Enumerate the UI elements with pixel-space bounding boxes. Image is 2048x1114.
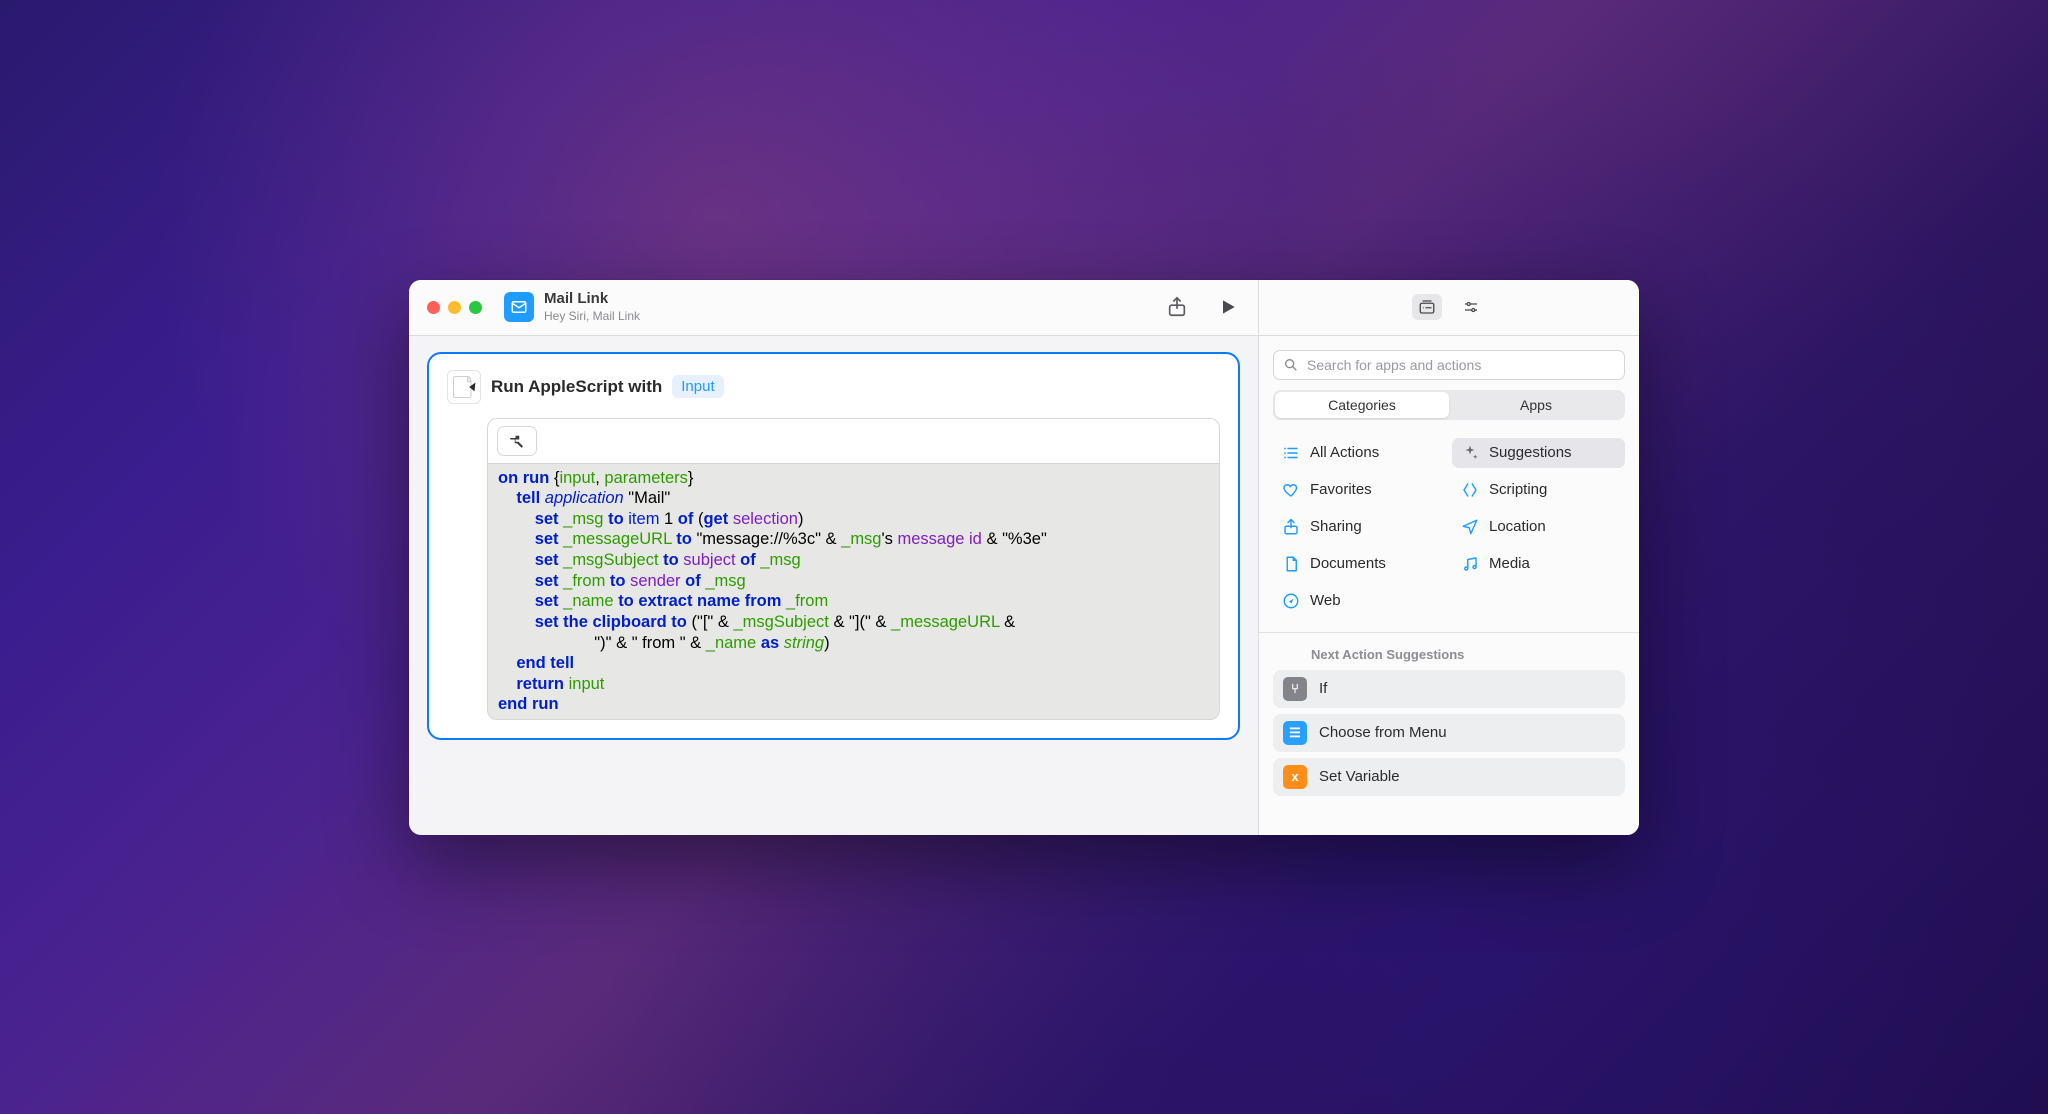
category-grid: All Actions Suggestions Favorites Scripting… — [1259, 430, 1639, 628]
suggestion-label: Set Variable — [1319, 768, 1400, 785]
segment-categories[interactable]: Categories — [1275, 392, 1449, 418]
category-documents[interactable]: Documents — [1273, 549, 1446, 579]
window-title: Mail Link — [544, 291, 640, 308]
category-web[interactable]: Web — [1273, 586, 1446, 616]
category-label: All Actions — [1310, 444, 1379, 461]
category-label: Scripting — [1489, 481, 1547, 498]
action-title: Run AppleScript with — [491, 377, 662, 397]
category-label: Favorites — [1310, 481, 1372, 498]
share-icon — [1282, 518, 1300, 536]
script-toolbar — [487, 418, 1220, 463]
location-icon — [1461, 518, 1479, 536]
script-icon — [1461, 481, 1479, 499]
search-field[interactable] — [1273, 350, 1625, 380]
segment-apps[interactable]: Apps — [1449, 392, 1623, 418]
suggestion-label: If — [1319, 680, 1327, 697]
compass-icon — [1282, 592, 1300, 610]
heart-icon — [1282, 481, 1300, 499]
category-fav[interactable]: Favorites — [1273, 475, 1446, 505]
category-label: Sharing — [1310, 518, 1362, 535]
suggestion-badge-icon: ☰ — [1283, 721, 1307, 745]
suggestions-list: ⑂ If ☰ Choose from Menu x Set Variable — [1259, 670, 1639, 810]
zoom-button[interactable] — [469, 301, 482, 314]
run-button[interactable] — [1218, 297, 1238, 317]
list-icon — [1282, 444, 1300, 462]
suggestion-badge-icon: ⑂ — [1283, 677, 1307, 701]
sparkle-icon — [1461, 444, 1479, 462]
category-label: Suggestions — [1489, 444, 1572, 461]
category-media[interactable]: Media — [1452, 549, 1625, 579]
workflow-canvas[interactable]: Run AppleScript with Input on run {input… — [409, 336, 1258, 835]
titlebar: Mail Link Hey Siri, Mail Link — [409, 280, 1639, 336]
music-icon — [1461, 555, 1479, 573]
settings-toggle-button[interactable] — [1456, 294, 1486, 320]
window-subtitle: Hey Siri, Mail Link — [544, 310, 640, 323]
action-card-run-applescript[interactable]: Run AppleScript with Input on run {input… — [427, 352, 1240, 741]
suggestion-badge-icon: x — [1283, 765, 1307, 789]
search-icon — [1283, 357, 1299, 373]
minimize-button[interactable] — [448, 301, 461, 314]
divider — [1259, 632, 1639, 633]
category-scripting[interactable]: Scripting — [1452, 475, 1625, 505]
category-location[interactable]: Location — [1452, 512, 1625, 542]
category-all[interactable]: All Actions — [1273, 438, 1446, 468]
input-token[interactable]: Input — [672, 375, 723, 398]
category-label: Media — [1489, 555, 1530, 572]
suggestions-heading: Next Action Suggestions — [1259, 637, 1639, 670]
shortcuts-window: Mail Link Hey Siri, Mail Link — [409, 280, 1639, 835]
applescript-code[interactable]: on run {input, parameters} tell applicat… — [487, 463, 1220, 721]
category-sugg[interactable]: Suggestions — [1452, 438, 1625, 468]
suggestion-item[interactable]: ☰ Choose from Menu — [1273, 714, 1625, 752]
actions-sidebar: Categories Apps All Actions Suggestions Fa… — [1258, 336, 1639, 835]
library-segmented-control[interactable]: Categories Apps — [1273, 390, 1625, 420]
search-input[interactable] — [1307, 357, 1615, 373]
category-label: Documents — [1310, 555, 1386, 572]
doc-icon — [1282, 555, 1300, 573]
share-button[interactable] — [1166, 296, 1188, 318]
window-controls — [409, 301, 482, 314]
shortcut-icon — [504, 292, 534, 322]
library-toggle-button[interactable] — [1412, 294, 1442, 320]
applescript-icon — [447, 370, 481, 404]
suggestion-item[interactable]: ⑂ If — [1273, 670, 1625, 708]
title-block: Mail Link Hey Siri, Mail Link — [544, 291, 640, 323]
compile-button[interactable] — [497, 426, 537, 456]
suggestion-item[interactable]: x Set Variable — [1273, 758, 1625, 796]
category-label: Web — [1310, 592, 1341, 609]
category-sharing[interactable]: Sharing — [1273, 512, 1446, 542]
sidebar-toolbar — [1258, 280, 1639, 335]
category-label: Location — [1489, 518, 1546, 535]
close-button[interactable] — [427, 301, 440, 314]
suggestion-label: Choose from Menu — [1319, 724, 1447, 741]
